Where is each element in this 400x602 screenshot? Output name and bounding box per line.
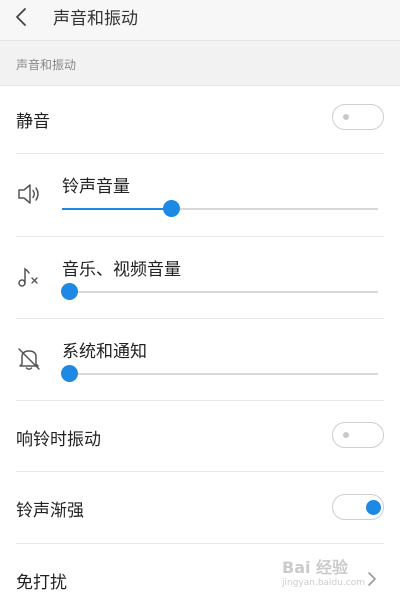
slider-thumb[interactable] xyxy=(162,200,180,217)
watermark-text: Bai 经验 xyxy=(282,558,349,577)
page-title: 声音和振动 xyxy=(53,9,138,29)
vibrate-on-ring-row[interactable]: 响铃时振动 xyxy=(0,401,400,471)
slider-track xyxy=(62,373,378,375)
system-volume-row: 系统和通知 xyxy=(0,319,400,401)
toggle-knob xyxy=(343,114,349,120)
section-title: 声音和振动 xyxy=(16,58,77,72)
ringtone-volume-label: 铃声音量 xyxy=(62,177,130,197)
back-icon[interactable] xyxy=(10,5,34,29)
ringtone-crescendo-label: 铃声渐强 xyxy=(16,501,84,521)
media-volume-slider[interactable] xyxy=(61,283,378,301)
vibrate-on-ring-label: 响铃时振动 xyxy=(16,430,101,450)
slider-track xyxy=(62,291,378,293)
mute-toggle[interactable] xyxy=(332,104,384,130)
vibrate-on-ring-toggle[interactable] xyxy=(332,422,384,448)
speaker-icon xyxy=(18,184,39,204)
toggle-knob xyxy=(366,499,381,515)
ringtone-volume-slider[interactable] xyxy=(62,200,378,218)
slider-thumb[interactable] xyxy=(61,365,78,382)
media-volume-label: 音乐、视频音量 xyxy=(62,260,181,280)
media-volume-row: 音乐、视频音量 xyxy=(0,237,400,319)
ringtone-volume-row: 铃声音量 xyxy=(0,154,400,236)
mute-row[interactable]: 静音 xyxy=(0,86,400,153)
watermark-logo: Bai 经验 jingyan.baidu.com xyxy=(282,554,392,594)
watermark-url: jingyan.baidu.com xyxy=(282,578,366,588)
ringtone-crescendo-toggle[interactable] xyxy=(332,494,384,520)
music-mute-icon xyxy=(18,267,38,287)
ringtone-crescendo-row[interactable]: 铃声渐强 xyxy=(0,472,400,543)
slider-fill xyxy=(62,208,173,210)
toggle-knob xyxy=(343,432,349,438)
section-header: 声音和振动 xyxy=(0,41,400,86)
system-volume-label: 系统和通知 xyxy=(62,342,147,362)
bell-off-icon xyxy=(18,348,40,370)
mute-label: 静音 xyxy=(16,112,50,132)
slider-thumb[interactable] xyxy=(61,283,78,300)
system-volume-slider[interactable] xyxy=(61,365,378,383)
dnd-label: 免打扰 xyxy=(16,573,67,593)
header-bar: 声音和振动 xyxy=(0,0,400,41)
